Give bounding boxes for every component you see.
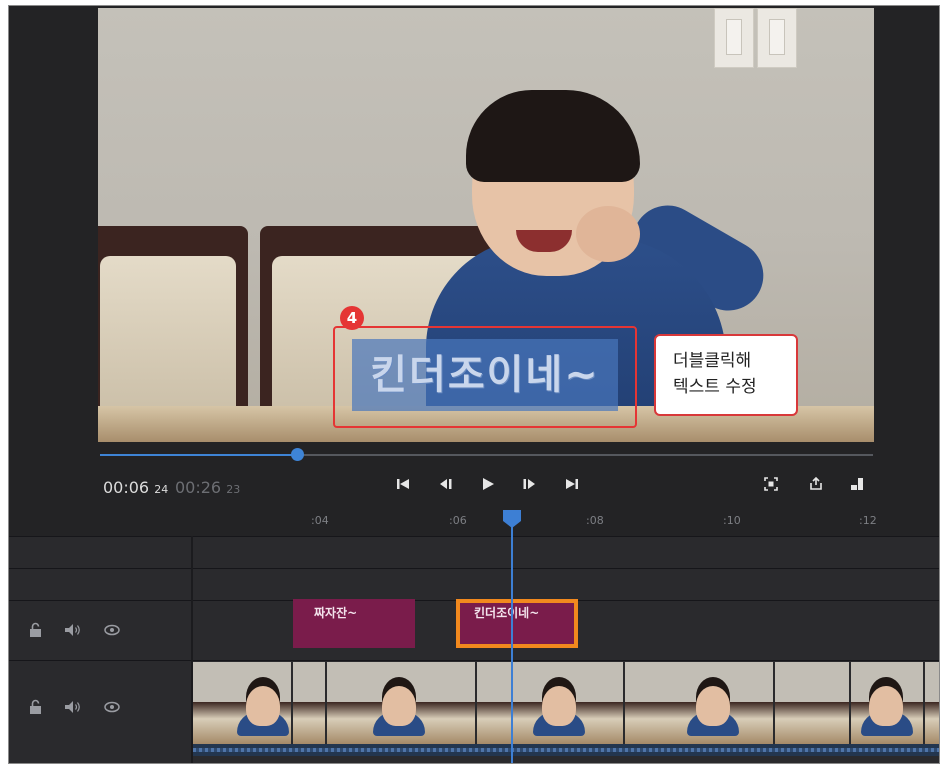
step-back-button[interactable] — [434, 472, 458, 498]
step-badge: 4 — [340, 306, 364, 330]
ruler-tick: :04 — [311, 514, 329, 527]
go-to-start-button[interactable] — [391, 472, 415, 498]
total-time: 00:26 — [175, 478, 222, 497]
play-icon — [483, 478, 494, 490]
step-forward-icon — [523, 479, 535, 489]
play-button[interactable] — [476, 472, 500, 498]
eye-icon[interactable] — [104, 701, 120, 713]
step-forward-button[interactable] — [517, 472, 541, 498]
lock-icon[interactable] — [29, 622, 42, 638]
skip-back-icon — [397, 479, 409, 489]
video-clip[interactable] — [327, 662, 477, 744]
video-clip[interactable] — [193, 662, 293, 744]
child-hair — [466, 90, 640, 182]
export-frame-button[interactable] — [804, 472, 828, 498]
ruler-tick: :10 — [723, 514, 741, 527]
video-track-header — [29, 699, 120, 715]
video-clip[interactable] — [851, 662, 925, 744]
fit-frame-button[interactable] — [759, 472, 783, 498]
annotation-frame — [333, 326, 637, 428]
frame-focus-icon — [764, 477, 778, 491]
video-clip[interactable] — [625, 662, 775, 744]
program-monitor[interactable]: 킨더조이네~ 4 더블클릭해 텍스트 수정 — [98, 8, 874, 442]
title-clip-selected[interactable]: 킨더조이네~ — [456, 599, 578, 648]
playhead-handle[interactable] — [502, 509, 522, 529]
video-clip[interactable] — [293, 662, 327, 744]
callout-line-1: 더블클릭해 — [673, 351, 752, 371]
ruler-tick: :06 — [449, 514, 467, 527]
ruler-tick: :08 — [586, 514, 604, 527]
video-editor-window: 킨더조이네~ 4 더블클릭해 텍스트 수정 00:06 24 00:26 23 — [8, 5, 940, 764]
step-back-icon — [440, 479, 452, 489]
empty-track[interactable] — [9, 536, 939, 569]
scrubber-progress — [100, 454, 298, 456]
ruler-tick: :12 — [859, 514, 877, 527]
video-clip[interactable] — [477, 662, 625, 744]
scrubber-handle[interactable] — [291, 448, 305, 461]
video-clip[interactable] — [925, 662, 939, 744]
go-to-end-button[interactable] — [560, 472, 584, 498]
audio-waveform — [193, 744, 939, 756]
layout-toggle-button[interactable] — [845, 472, 869, 498]
current-timecode: 00:06 24 — [103, 478, 168, 497]
callout-line-2: 텍스트 수정 — [673, 377, 757, 397]
wall-switch — [714, 8, 754, 68]
annotation-callout: 더블클릭해 텍스트 수정 — [654, 334, 798, 416]
video-clip[interactable] — [775, 662, 851, 744]
empty-track[interactable] — [9, 568, 939, 601]
title-clip[interactable]: 짜자잔~ — [293, 599, 415, 648]
share-icon — [810, 476, 822, 490]
eye-icon[interactable] — [104, 624, 120, 636]
speaker-icon[interactable] — [64, 623, 82, 637]
title-track-header — [29, 622, 120, 638]
title-clip-label: 짜자잔~ — [314, 606, 358, 620]
timeline-ruler[interactable]: :04 :06 :08 :10 :12 — [9, 506, 939, 536]
playback-scrubber[interactable] — [100, 448, 873, 461]
wall-switch — [757, 8, 797, 68]
speaker-icon[interactable] — [64, 700, 82, 714]
total-duration: 00:26 23 — [175, 478, 240, 497]
layout-icon — [851, 478, 863, 490]
skip-forward-icon — [566, 479, 578, 489]
current-frames: 24 — [154, 483, 169, 496]
title-clip-body: 킨더조이네~ — [460, 603, 574, 644]
total-frames: 23 — [226, 483, 241, 496]
title-clip-label: 킨더조이네~ — [474, 606, 540, 620]
chair — [98, 226, 248, 416]
child-hand — [576, 206, 640, 262]
current-time: 00:06 — [103, 478, 150, 497]
lock-icon[interactable] — [29, 699, 42, 715]
playhead-line — [511, 527, 513, 763]
